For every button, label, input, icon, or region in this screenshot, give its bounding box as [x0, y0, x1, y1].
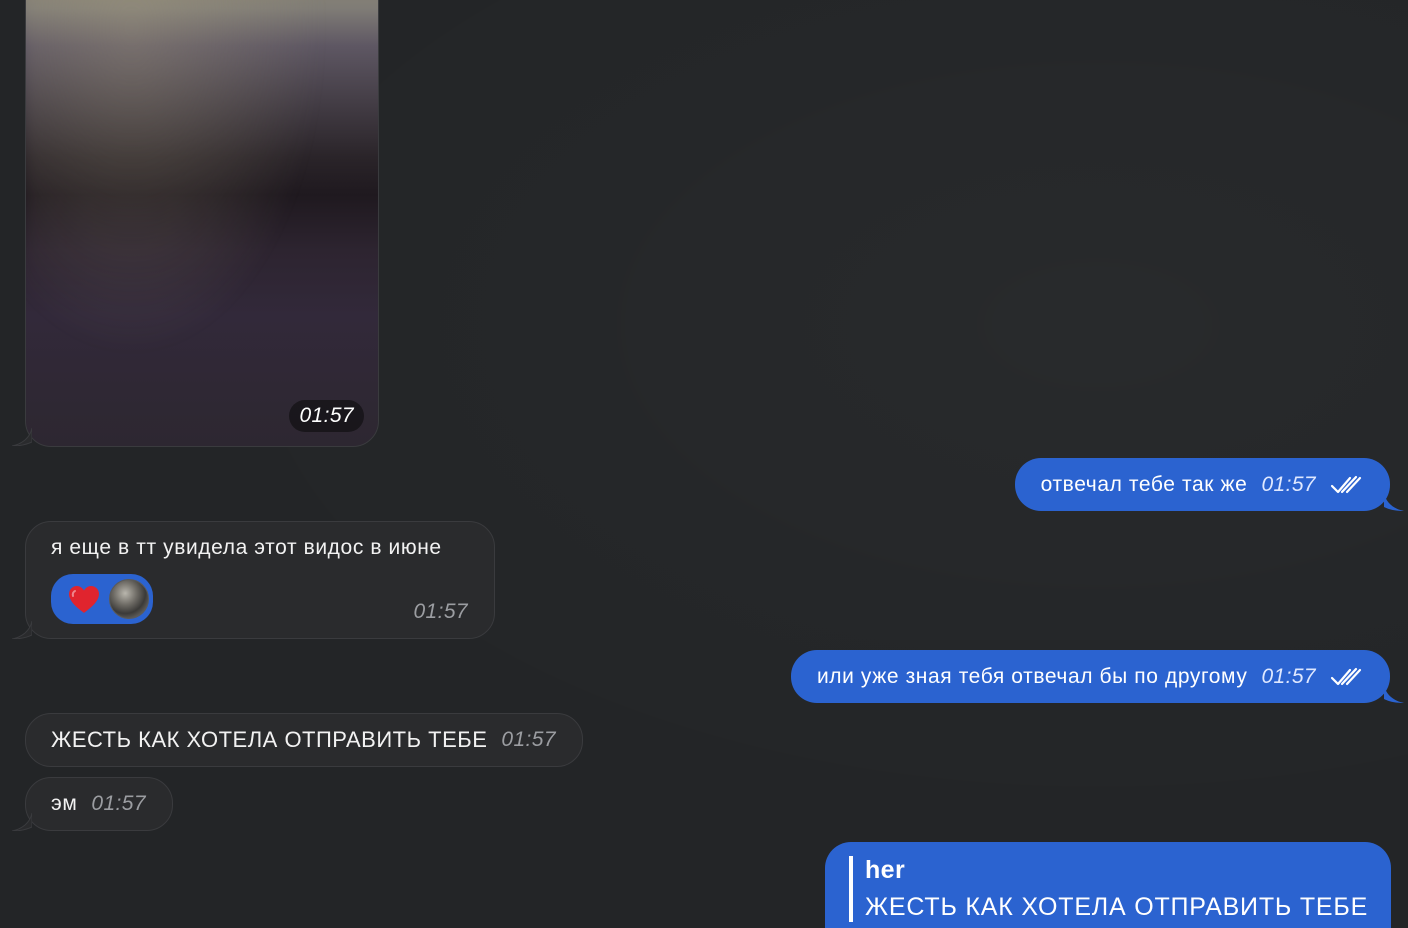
message-time: 01:57	[289, 400, 364, 432]
outgoing-message[interactable]: или уже зная тебя отвечал бы по другому …	[790, 650, 1390, 703]
message-text: эм	[51, 792, 78, 815]
outgoing-message[interactable]: отвечал тебе так же 01:57	[1014, 458, 1390, 511]
heart-icon	[69, 586, 99, 613]
message-time: 01:57	[1261, 664, 1316, 688]
double-check-icon	[1330, 667, 1362, 685]
avatar	[109, 579, 149, 619]
reply-text: ЖЕСТЬ КАК ХОТЕЛА ОТПРАВИТЬ ТЕБЕ	[865, 893, 1369, 921]
message-time: 01:57	[501, 728, 556, 751]
video-message[interactable]: 01:57	[25, 0, 379, 447]
reply-quote[interactable]: her ЖЕСТЬ КАК ХОТЕЛА ОТПРАВИТЬ ТЕБЕ	[849, 856, 1367, 922]
incoming-message[interactable]: я еще в тт увидела этот видос в июне 01:…	[25, 521, 495, 639]
message-time: 01:57	[1261, 472, 1316, 496]
reaction-badge[interactable]	[51, 574, 153, 624]
message-text: ЖЕСТЬ КАК ХОТЕЛА ОТПРАВИТЬ ТЕБЕ	[51, 727, 488, 752]
message-time: 01:57	[91, 792, 146, 815]
double-check-icon	[1330, 475, 1362, 493]
incoming-message[interactable]: эм 01:57	[25, 777, 173, 831]
chat-history: 01:57 отвечал тебе так же 01:57 я еще в …	[0, 0, 1408, 928]
bubble-tail	[12, 813, 32, 831]
bubble-tail	[1384, 685, 1404, 703]
reply-author: her	[865, 856, 906, 884]
message-text: я еще в тт увидела этот видос в июне	[51, 536, 442, 559]
outgoing-reply-message[interactable]: her ЖЕСТЬ КАК ХОТЕЛА ОТПРАВИТЬ ТЕБЕ	[825, 842, 1391, 928]
bubble-tail	[1384, 493, 1404, 511]
message-text: отвечал тебе так же	[1040, 472, 1248, 496]
bubble-tail	[12, 621, 32, 639]
incoming-message[interactable]: ЖЕСТЬ КАК ХОТЕЛА ОТПРАВИТЬ ТЕБЕ 01:57	[25, 713, 583, 767]
message-time: 01:57	[413, 600, 468, 623]
bubble-tail	[12, 428, 32, 446]
message-text: или уже зная тебя отвечал бы по другому	[816, 664, 1248, 688]
